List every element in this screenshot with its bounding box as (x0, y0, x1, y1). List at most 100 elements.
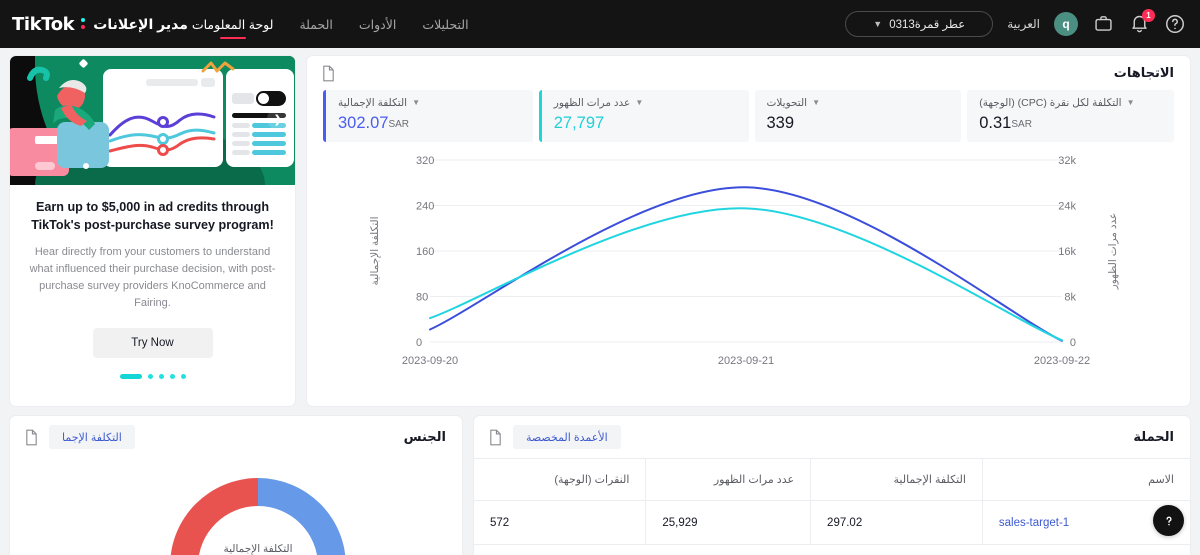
promo-banner-illustration: ❮ (10, 56, 295, 185)
nav-item-dashboard[interactable]: لوحة المعلومات (192, 0, 274, 48)
metric-currency: SAR (1011, 119, 1032, 130)
svg-text:2023-09-20: 2023-09-20 (402, 355, 458, 367)
metric-label-impressions[interactable]: عدد مرات الظهور ▼ (554, 97, 737, 109)
metric-value-total-cost: 302.07SAR (338, 114, 521, 133)
svg-text:240: 240 (416, 201, 434, 213)
nav-item-tools[interactable]: الأدوات (359, 0, 396, 48)
table-body: sales-target-1 297.02 25,929 572 (474, 500, 1190, 545)
banner-minichart-icon (108, 112, 216, 156)
nav-item-analytics[interactable]: التحليلات (422, 0, 468, 48)
banner-teal-squiggle-icon (27, 66, 50, 81)
table-header-row: الاسم التكلفة الإجمالية عدد مرات الظهور … (474, 458, 1190, 501)
table-header: الاسم التكلفة الإجمالية عدد مرات الظهور … (474, 458, 1190, 501)
metric-cards: التكلفة لكل نقرة (CPC) (الوجهة) ▼ 0.31SA… (307, 90, 1190, 142)
custom-columns-button[interactable]: الأعمدة المخصصة (513, 425, 621, 449)
dashboard-page: الاتجاهات التكلفة لكل نقرة (CPC) (الوجهة… (0, 48, 1200, 555)
brand-subtitle: مدير الإعلانات (93, 15, 188, 32)
gender-metric-selector[interactable]: التكلفة الإجما (49, 425, 135, 449)
svg-text:2023-09-21: 2023-09-21 (718, 355, 774, 367)
metric-card-total-cost[interactable]: التكلفة الإجمالية ▼ 302.07SAR (323, 90, 533, 142)
promo-card: ❮ Earn up to $5,000 in ad credits throug… (10, 56, 295, 406)
export-document-icon[interactable] (488, 429, 503, 446)
carousel-dot[interactable] (169, 373, 175, 379)
svg-text:160: 160 (416, 246, 434, 258)
account-selector[interactable]: عطر قمرة0313 ▼ (845, 11, 994, 37)
chevron-down-icon: ▼ (412, 98, 421, 107)
help-circle-icon[interactable] (1164, 13, 1186, 35)
svg-text:80: 80 (416, 292, 428, 304)
gender-card-header: الجنس التكلفة الإجما (10, 416, 462, 458)
metric-label-text: التكلفة الإجمالية (338, 97, 408, 109)
column-header-clicks[interactable]: النقرات (الوجهة) (474, 458, 646, 501)
carousel-dot[interactable] (158, 373, 164, 379)
metric-card-cpc[interactable]: التكلفة لكل نقرة (CPC) (الوجهة) ▼ 0.31SA… (967, 90, 1174, 142)
campaign-name-link[interactable]: sales-target-1 (999, 517, 1069, 529)
cell-clicks: 572 (474, 500, 646, 545)
notification-badge: 1 (1142, 9, 1155, 22)
svg-text:عدد مرات الظهور: عدد مرات الظهور (1107, 213, 1119, 291)
trends-title: الاتجاهات (1113, 65, 1174, 80)
nav-item-campaign[interactable]: الحملة (299, 0, 332, 48)
metric-label-cpc[interactable]: التكلفة لكل نقرة (CPC) (الوجهة) ▼ (979, 97, 1162, 109)
gender-card: الجنس التكلفة الإجما التكلفة الإجمالية (10, 416, 462, 555)
svg-text:0: 0 (416, 337, 422, 349)
column-header-name[interactable]: الاسم (981, 458, 1190, 501)
carousel-prev-button[interactable]: ❮ (267, 108, 289, 130)
carousel-dot-active[interactable] (119, 373, 142, 379)
campaign-table: الاسم التكلفة الإجمالية عدد مرات الظهور … (474, 458, 1190, 545)
bell-icon[interactable]: 1 (1128, 9, 1155, 35)
export-document-icon[interactable] (24, 429, 39, 446)
metric-label-total-cost[interactable]: التكلفة الإجمالية ▼ (338, 97, 521, 109)
column-header-impressions[interactable]: عدد مرات الظهور (645, 458, 811, 501)
metric-label-text: التكلفة لكل نقرة (CPC) (الوجهة) (979, 97, 1122, 109)
banner-orange-squiggle-icon (201, 61, 235, 73)
campaign-title: الحملة (1133, 429, 1174, 444)
cell-total-cost: 297.02 (810, 500, 983, 545)
brand-logo[interactable]: مدير الإعلانات TikTok (12, 14, 188, 35)
svg-text:24k: 24k (1058, 201, 1076, 213)
donut-svg: التكلفة الإجمالية (170, 478, 346, 555)
avatar[interactable]: q (1054, 12, 1078, 36)
chevron-down-icon: ▼ (812, 98, 820, 107)
header-right-group: 1 q العربية عطر قمرة0313 ▼ (845, 9, 1186, 37)
svg-text:التكلفة الإجمالية: التكلفة الإجمالية (369, 216, 381, 285)
promo-title: Earn up to $5,000 in ad credits through … (31, 200, 274, 232)
carousel-dot[interactable] (147, 373, 153, 379)
campaign-card: الحملة الأعمدة المخصصة الاسم التكلفة الإ… (474, 416, 1190, 555)
donut-center-label: التكلفة الإجمالية (223, 543, 292, 555)
metric-value-impressions: 27,797 (553, 114, 605, 132)
metric-currency: SAR (388, 119, 410, 130)
campaign-card-header: الحملة الأعمدة المخصصة (474, 416, 1190, 458)
chevron-down-icon: ▼ (873, 18, 883, 29)
banner-panel-left (103, 69, 223, 167)
promo-body: Earn up to $5,000 in ad credits through … (10, 185, 295, 406)
svg-text:16k: 16k (1058, 246, 1076, 258)
language-selector[interactable]: العربية (1007, 17, 1040, 31)
metric-number: 302.07 (338, 114, 389, 132)
chevron-down-icon: ▼ (635, 98, 644, 107)
briefcase-icon[interactable] (1092, 13, 1114, 35)
account-name: عطر قمرة0313 (889, 19, 966, 31)
main-navigation: التحليلات الأدوات الحملة لوحة المعلومات (192, 0, 469, 48)
help-floating-button[interactable] (1153, 505, 1184, 536)
trends-card: الاتجاهات التكلفة لكل نقرة (CPC) (الوجهة… (307, 56, 1190, 406)
try-now-button[interactable]: Try Now (92, 327, 213, 358)
table-row: sales-target-1 297.02 25,929 572 (474, 500, 1190, 545)
metric-number: 0.31 (979, 114, 1012, 132)
banner-dot-icon (83, 163, 89, 169)
export-document-icon[interactable] (321, 65, 336, 82)
trends-line-chart: 0 0 80 8k 160 16k 240 24k 320 32k 2023-09-20 2023-0… (369, 155, 1119, 367)
gender-donut-chart: التكلفة الإجمالية (10, 458, 462, 555)
column-header-total-cost[interactable]: التكلفة الإجمالية (810, 458, 983, 501)
carousel-dots (26, 373, 279, 379)
metric-value-conversions: 339 (766, 114, 795, 132)
bottom-row: الحملة الأعمدة المخصصة الاسم التكلفة الإ… (10, 416, 1190, 555)
metric-label-text: التحويلات (766, 97, 808, 109)
metric-card-conversions[interactable]: التحويلات ▼ 339 (754, 90, 962, 142)
banner-person-illustration (53, 80, 95, 130)
metric-card-impressions[interactable]: عدد مرات الظهور ▼ 27,797 (538, 90, 749, 142)
metric-label-conversions[interactable]: التحويلات ▼ (767, 97, 950, 109)
trends-chart: 0 0 80 8k 160 16k 240 24k 320 32k 2023-09-20 2023-0… (307, 142, 1190, 406)
carousel-dot[interactable] (180, 373, 186, 379)
top-navigation-bar: 1 q العربية عطر قمرة0313 ▼ التحليلات الأ… (0, 0, 1200, 48)
